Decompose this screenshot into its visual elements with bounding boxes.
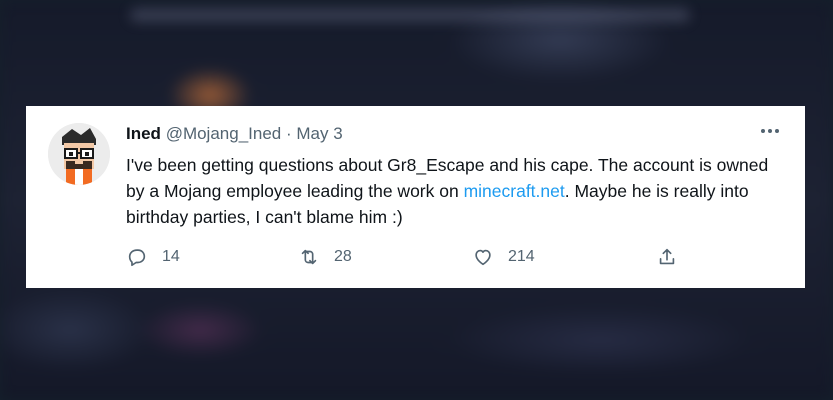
heart-icon bbox=[475, 249, 491, 266]
reply-count: 14 bbox=[162, 248, 180, 265]
handle[interactable]: @Mojang_Ined bbox=[166, 124, 282, 143]
tweet-link[interactable]: minecraft.net bbox=[464, 181, 565, 201]
tweet-date[interactable]: May 3 bbox=[296, 124, 342, 143]
more-horizontal-icon bbox=[761, 129, 779, 133]
avatar-image bbox=[48, 123, 110, 185]
retweet-count: 28 bbox=[334, 248, 352, 265]
retweet-icon bbox=[301, 249, 317, 265]
like-button[interactable]: 214 bbox=[472, 246, 535, 268]
reply-button[interactable]: 14 bbox=[126, 246, 180, 268]
display-name[interactable]: Ined bbox=[126, 124, 161, 143]
share-icon bbox=[659, 248, 675, 265]
tweet-actions: 14 28 214 bbox=[126, 246, 686, 276]
share-button[interactable] bbox=[656, 246, 678, 268]
separator: · bbox=[285, 124, 292, 143]
avatar[interactable] bbox=[48, 123, 110, 185]
retweet-button[interactable]: 28 bbox=[298, 246, 352, 268]
reply-icon bbox=[128, 249, 146, 267]
tweet-card[interactable]: Ined @Mojang_Ined · May 3 I've been gett… bbox=[26, 106, 805, 288]
more-options-button[interactable] bbox=[759, 121, 781, 145]
like-count: 214 bbox=[508, 248, 535, 265]
tweet-header: Ined @Mojang_Ined · May 3 bbox=[126, 124, 343, 144]
tweet-text: I've been getting questions about Gr8_Es… bbox=[126, 152, 786, 230]
blurred-background-bar bbox=[130, 8, 690, 22]
